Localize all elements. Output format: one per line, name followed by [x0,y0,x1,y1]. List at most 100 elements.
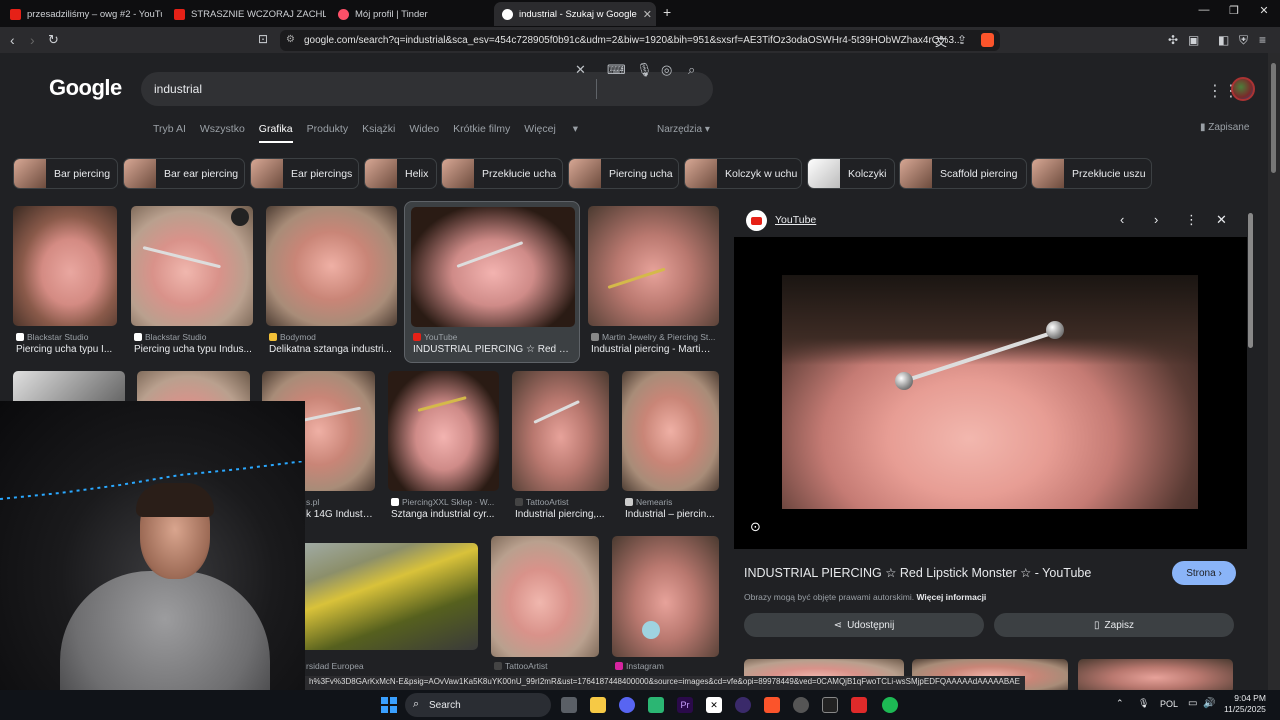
tab-all[interactable]: Wszystko [200,123,245,143]
chip-piercing-ucha[interactable]: Piercing ucha [568,158,679,189]
tab-ai-mode[interactable]: Tryb AI [153,123,186,143]
menu-icon[interactable]: ≡ [1259,33,1266,47]
task-view-icon[interactable] [561,697,577,713]
result-image[interactable] [491,536,599,657]
close-window-icon[interactable]: ✕ [1249,4,1279,17]
tools-button[interactable]: Narzędzia ▾ [657,124,710,135]
translate-icon[interactable]: 文 [935,33,947,50]
result-image[interactable] [131,206,253,326]
network-icon[interactable]: ▭ [1188,698,1197,709]
more-info-link[interactable]: Więcej informacji [916,592,986,602]
more-vert-icon[interactable]: ⋮ [1185,212,1198,228]
result-title[interactable]: k 14G Industri... [306,509,374,520]
brave-icon[interactable] [764,697,780,713]
scroll-thumb[interactable] [1271,63,1276,173]
obs-icon[interactable] [735,697,751,713]
tab-products[interactable]: Produkty [307,123,348,143]
keyboard-icon[interactable]: ⌨ [607,62,626,78]
result-image[interactable] [266,206,397,326]
result-image[interactable] [512,371,609,491]
back-icon[interactable]: ‹ [10,32,15,48]
result-image[interactable] [13,206,117,326]
restore-icon[interactable]: ❐ [1219,4,1249,17]
chip-przeklucie-ucha[interactable]: Przekłucie ucha [441,158,563,189]
sidebar-icon[interactable]: ◧ [1218,33,1229,47]
chevron-left-icon[interactable]: ‹ [1120,212,1124,227]
search-icon[interactable]: ⌕ [688,62,695,78]
tab-youtube-2[interactable]: STRASZNIE WCZORAJ ZACHLAŚMY [166,2,326,26]
wallet-icon[interactable]: ▣ [1188,33,1199,47]
language-indicator[interactable]: POL [1160,699,1178,709]
tab-videos[interactable]: Wideo [409,123,439,143]
discord-icon[interactable] [619,697,635,713]
app-red-icon[interactable] [851,697,867,713]
clear-search-icon[interactable]: ✕ [575,62,586,78]
tab-tinder[interactable]: Mój profil | Tinder [330,2,490,26]
tab-youtube-1[interactable]: przesadziliśmy – owg #2 - YouTube [2,2,162,26]
result-image[interactable] [588,206,719,326]
result-title[interactable]: Industrial piercing - Martin ... [591,344,716,355]
brave-shield-icon[interactable] [981,33,994,47]
lens-icon[interactable]: ◎ [661,62,672,78]
reload-icon[interactable]: ↻ [48,32,59,48]
preview-image[interactable] [782,275,1198,509]
related-image[interactable] [1078,659,1233,690]
tab-short-videos[interactable]: Krótkie filmy [453,123,510,143]
share-icon[interactable]: ⇪ [957,33,967,47]
spotify-icon[interactable] [882,697,898,713]
chip-scaffold-piercing[interactable]: Scaffold piercing [899,158,1027,189]
close-icon[interactable]: ✕ [1216,212,1227,228]
panel-scrollbar[interactable] [1248,203,1254,673]
steam-icon[interactable] [793,697,809,713]
result-title[interactable]: Delikatna sztanga industri... [269,344,394,355]
save-button[interactable]: ▯ Zapisz [994,613,1234,637]
site-info-icon[interactable]: ⚙ [286,34,295,45]
lens-icon[interactable]: ⊙ [750,519,761,535]
visit-button[interactable]: Strona › [1172,561,1236,585]
whatsapp-icon[interactable] [648,697,664,713]
result-image[interactable] [612,536,719,657]
chip-helix[interactable]: Helix [364,158,437,189]
tab-more[interactable]: Więcej ▾ [524,123,592,143]
panel-scroll-thumb[interactable] [1248,213,1253,348]
new-tab-icon[interactable]: + [663,4,671,20]
chip-kolczyk-w-uchu[interactable]: Kolczyk w uchu [684,158,802,189]
tab-google-active[interactable]: industrial - Szukaj w Google ✕ [494,2,656,26]
result-image[interactable] [411,207,575,327]
tray-chevron-icon[interactable]: ⌃ [1116,698,1124,709]
result-image[interactable] [388,371,499,491]
bookmark-icon[interactable]: ⊡ [258,32,268,46]
google-logo[interactable]: Google [49,75,122,101]
result-title[interactable]: Piercing ucha typu I... [16,344,116,355]
chevron-right-icon[interactable]: › [1154,212,1158,227]
page-scrollbar[interactable] [1268,53,1280,690]
volume-icon[interactable]: 🔊 [1203,698,1215,709]
tab-books[interactable]: Książki [362,123,395,143]
address-bar[interactable]: ⚙ google.com/search?q=industrial&sca_esv… [280,30,1000,51]
premiere-icon[interactable]: Pr [677,697,693,713]
result-title[interactable]: Piercing ucha typu Indus... [134,344,254,355]
result-title[interactable]: INDUSTRIAL PIERCING ☆ Red Lip... [413,344,573,355]
result-title[interactable]: Industrial – piercin... [625,509,720,520]
result-title[interactable]: Industrial piercing,... [515,509,610,520]
tab-images[interactable]: Grafika [258,123,293,143]
chip-ear-piercings[interactable]: Ear piercings [250,158,359,189]
taskbar-search[interactable]: ⌕ Search [405,693,551,717]
panel-source-link[interactable]: YouTube [775,214,816,226]
minimize-icon[interactable]: — [1189,4,1219,16]
terminal-icon[interactable] [822,697,838,713]
file-explorer-icon[interactable] [590,697,606,713]
microphone-icon[interactable]: 🎙 [636,62,653,78]
result-card-selected[interactable]: YouTube INDUSTRIAL PIERCING ☆ Red Lip... [404,201,580,363]
system-clock[interactable]: 9:04 PM 11/25/2025 [1224,693,1266,715]
windows-start-icon[interactable] [381,697,397,713]
microphone-icon[interactable]: 🎙 [1138,698,1149,709]
chip-bar-ear-piercing[interactable]: Bar ear piercing [123,158,245,189]
extensions-icon[interactable]: ✣ [1168,33,1178,47]
capcut-icon[interactable]: ✕ [706,697,722,713]
forward-icon[interactable]: › [30,32,35,48]
avatar[interactable] [1231,77,1255,101]
share-button[interactable]: ⋖ Udostępnij [744,613,984,637]
chip-przeklucie-uszu[interactable]: Przekłucie uszu [1031,158,1152,189]
search-input[interactable]: industrial [141,72,713,106]
